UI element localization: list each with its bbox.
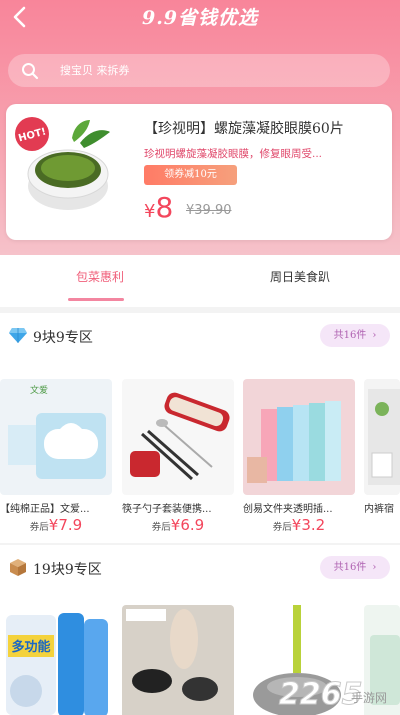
section-more-button[interactable]: 共16件 ›: [320, 556, 390, 579]
svg-text:文爱: 文爱: [30, 384, 48, 396]
product-name: 创易文件夹透明插...: [243, 504, 333, 515]
featured-product-card[interactable]: HOT! 【珍视明】螺旋藻凝胶眼膜60片 珍视明螺旋藻凝胶眼膜，修复眼周受...…: [6, 104, 392, 240]
price-currency: ¥: [144, 201, 156, 222]
section-count: 共16件: [333, 330, 367, 341]
product-row: 文爱 【纯棉正品】文爱... 券后¥7.9 筷子勺子套装便携... 券后¥6.9…: [0, 365, 400, 535]
package-icon: [10, 559, 26, 576]
section-header: 9块9专区 共16件 ›: [0, 313, 400, 361]
svg-text:手游网: 手游网: [351, 691, 387, 705]
hero-banner: 9.9省钱优选 HOT! 【珍视明】螺旋藻凝胶眼膜60片 珍视明螺旋藻凝胶眼膜，…: [0, 0, 400, 255]
featured-price: ¥8: [144, 191, 173, 224]
product-image: 文爱: [0, 379, 112, 495]
featured-product-title: 【珍视明】螺旋藻凝胶眼膜60片: [144, 121, 344, 137]
svg-text:多功能: 多功能: [11, 639, 50, 655]
coupon-badge[interactable]: 领券减10元: [144, 165, 237, 185]
product-name: 内裤宿: [364, 504, 394, 515]
product-image: [122, 605, 234, 715]
featured-product-image: HOT!: [10, 108, 118, 226]
diamond-icon: [9, 328, 27, 343]
tab-label: 周日美食趴: [269, 270, 330, 284]
original-price: ¥39.90: [186, 203, 232, 218]
product-name: 【纯棉正品】文爱...: [0, 504, 90, 515]
search-input[interactable]: [60, 60, 360, 81]
section-title: 9块9专区: [33, 330, 93, 346]
tab-bar: 包菜惠利 周日美食趴: [0, 255, 400, 307]
watermark-logo: 2265 手游网: [275, 668, 395, 713]
section-more-button[interactable]: 共16件 ›: [320, 324, 390, 347]
tab-active-indicator: [68, 298, 124, 301]
product-price: 券后¥6.9: [151, 516, 205, 534]
tab-sunday-food[interactable]: 周日美食趴: [200, 255, 400, 307]
section-9-9: 9块9专区 共16件 › 文爱 【纯棉正品】文爱... 券后¥7.9 筷子勺子套…: [0, 313, 400, 543]
product-image: 多功能: [0, 605, 112, 715]
search-bar[interactable]: [8, 54, 390, 87]
svg-text:2265: 2265: [279, 677, 363, 712]
tab-baocai[interactable]: 包菜惠利: [0, 255, 200, 307]
product-name: 筷子勺子套装便携...: [122, 504, 212, 515]
section-title: 19块9专区: [33, 562, 102, 578]
chevron-right-icon: ›: [372, 330, 377, 341]
product-price: 券后¥7.9: [29, 516, 83, 534]
page-title: 9.9省钱优选: [141, 7, 259, 29]
chevron-right-icon: ›: [372, 562, 377, 573]
section-count: 共16件: [333, 562, 367, 573]
search-icon: [22, 63, 39, 80]
section-header: 19块9专区 共16件 ›: [0, 545, 400, 593]
tab-label: 包菜惠利: [75, 270, 124, 284]
product-image: [122, 379, 234, 495]
product-price: 券后¥3.2: [272, 516, 326, 534]
product-image: [243, 379, 355, 495]
price-value: 8: [155, 191, 174, 224]
featured-product-desc: 珍视明螺旋藻凝胶眼膜，修复眼周受...: [144, 148, 323, 160]
product-image: [364, 379, 400, 495]
